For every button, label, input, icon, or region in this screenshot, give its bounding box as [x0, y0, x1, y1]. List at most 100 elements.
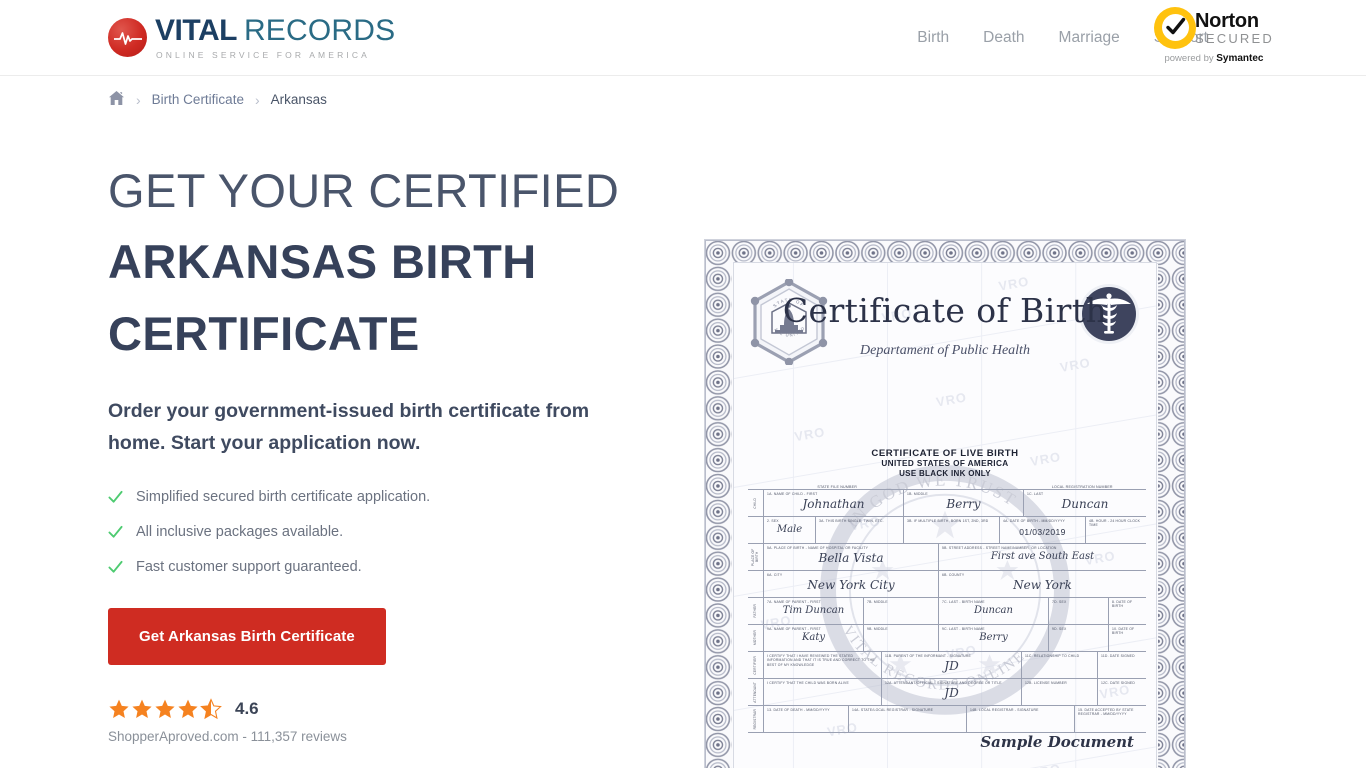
row-side-label: [748, 517, 764, 543]
logo-tagline: ONLINE SERVICE FOR AMERICA: [156, 49, 370, 60]
check-icon: [108, 525, 123, 538]
rating-block: 4.6 ShopperAproved.com - 111,357 reviews: [108, 698, 668, 744]
field-city: 6A. CITY New York City: [764, 571, 939, 597]
table-row: 6A. CITY New York City 6B. COUNTY New Yo…: [748, 570, 1146, 597]
certificate-content: VRO VRO VRO VRO VRO VRO VRO VRO VRO VRO …: [733, 262, 1157, 768]
list-item: Simplified secured birth certificate app…: [108, 489, 668, 505]
star-icon: [132, 700, 152, 719]
check-icon: [108, 560, 123, 573]
table-row: FATHER 7A. NAME OF PARENT - FIRST Tim Du…: [748, 597, 1146, 624]
row-side-label: ATTENDANT: [748, 679, 764, 705]
rating-source: ShopperAproved.com - 111,357 reviews: [108, 729, 347, 745]
get-birth-certificate-button[interactable]: Get Arkansas Birth Certificate: [108, 608, 386, 666]
feature-list: Simplified secured birth certificate app…: [108, 489, 668, 575]
field-county: 6B. COUNTY New York: [942, 573, 1072, 593]
field-birth-order: 3B. IF MULTIPLE BIRTH, BORN 1ST, 2ND, 3R…: [904, 517, 1000, 543]
star-icon: [109, 700, 129, 719]
field-father-middle-name: 7B. MIDDLE: [864, 598, 939, 624]
star-rating: [108, 698, 222, 720]
row-side-label: CHILD: [748, 490, 764, 516]
nav-item-death[interactable]: Death: [983, 29, 1024, 47]
checkmark-icon: [1165, 17, 1185, 35]
site-logo[interactable]: VITAL RECORDS ONLINE SERVICE FOR AMERICA: [108, 13, 396, 60]
field-informant-certification: I CERTIFY THAT I HAVE REVIEWED THE STATE…: [764, 652, 882, 678]
headline-line-2: ARKANSAS BIRTH: [108, 235, 537, 289]
table-row: ATTENDANT I CERTIFY THAT THE CHILD WAS B…: [748, 678, 1146, 705]
field-child-middle-name: 1B. MIDDLE Berry: [904, 490, 1024, 516]
field-place-of-birth: 5A. PLACE OF BIRTH - NAME OF HOSPITAL OR…: [764, 544, 939, 570]
field-local-registrar-signature: 14B. LOCAL REGISTRAR - SIGNATURE: [967, 706, 1075, 732]
field-multiple-birth: 3A. THIS BIRTH SINGLE, TWIN, ETC.: [816, 517, 904, 543]
check-icon: [108, 490, 123, 503]
breadcrumb-separator-1: ›: [136, 91, 141, 108]
field-father-sex: 7D. SEX: [1049, 598, 1109, 624]
certificate-subtitle: Departament of Public Health: [860, 343, 1030, 358]
rating-value: 4.6: [235, 699, 259, 719]
norton-symantec-label: Symantec: [1216, 52, 1264, 64]
headline-line-3: CERTIFICATE: [108, 306, 420, 360]
field-mother-first-name: 9A. NAME OF PARENT - FIRST Katy: [764, 625, 864, 651]
sample-document-label: Sample Document: [980, 733, 1134, 751]
star-half-icon: [200, 698, 222, 720]
certificate-preview: VRO VRO VRO VRO VRO VRO VRO VRO VRO VRO …: [704, 109, 1186, 768]
field-mother-middle-name: 9B. MIDDLE: [864, 625, 939, 651]
field-informant-signature: 11B. PARENT OF THE INFORMANT - SIGNATURE…: [882, 652, 1022, 678]
field-father-last-name: 7C. LAST - BIRTH NAME Duncan: [939, 598, 1049, 624]
field-father-dob: 8. DATE OF BIRTH: [1112, 600, 1133, 609]
norton-brand-name: Norton: [1195, 9, 1259, 32]
table-row: CERTIFIER I CERTIFY THAT I HAVE REVIEWED…: [748, 651, 1146, 678]
home-icon[interactable]: [108, 90, 125, 109]
field-relationship-to-child: 11C. RELATIONSHIP TO CHILD: [1022, 652, 1098, 678]
heartbeat-pulse-icon: [108, 18, 147, 57]
norton-ring: [1154, 6, 1197, 49]
field-attendant-signature: 12A. ATTENDANT/OFFICIAL - SIGNATURE AND …: [882, 679, 1022, 705]
site-header: VITAL RECORDS ONLINE SERVICE FOR AMERICA…: [0, 0, 1366, 76]
hero-subheading: Order your government-issued birth certi…: [108, 400, 590, 454]
norton-status: SECURED: [1195, 30, 1274, 46]
feature-label: Simplified secured birth certificate app…: [136, 489, 431, 506]
norton-powered-label: powered by: [1164, 52, 1217, 64]
field-child-last-name: 1C. LAST Duncan: [1027, 492, 1109, 512]
certificate-form-grid: STATE FILE NUMBER LOCAL REGISTRATION NUM…: [748, 485, 1146, 733]
nav-item-birth[interactable]: Birth: [917, 29, 949, 47]
logo-word-records: RECORDS: [243, 13, 396, 47]
form-heading: CERTIFICATE OF LIVE BIRTH UNITED STATES …: [734, 448, 1156, 478]
field-informant-date-signed: 11D. DATE SIGNED: [1101, 654, 1135, 658]
breadcrumb-item-birth-certificate[interactable]: Birth Certificate: [152, 92, 244, 107]
certificate-frame: VRO VRO VRO VRO VRO VRO VRO VRO VRO VRO …: [704, 239, 1186, 768]
page-title: GET YOUR CERTIFIED ARKANSAS BIRTH CERTIF…: [108, 155, 668, 369]
field-date-of-death: 13. DATE OF DEATH - MM/DD/YYYY: [764, 706, 849, 732]
field-mother-last-name: 9C. LAST - BIRTH NAME Berry: [939, 625, 1049, 651]
breadcrumb-separator-2: ›: [254, 91, 260, 108]
row-side-label: FATHER: [748, 598, 764, 624]
field-date-accepted: 15. DATE ACCEPTED BY STATE REGISTRAR - M…: [1078, 708, 1134, 717]
field-mother-dob: 10. DATE OF BIRTH: [1112, 627, 1135, 636]
hero-section: GET YOUR CERTIFIED ARKANSAS BIRTH CERTIF…: [0, 109, 1366, 768]
row-side-label: PLACE OF BIRTH: [748, 544, 764, 570]
table-row: REGISTRAR 13. DATE OF DEATH - MM/DD/YYYY…: [748, 705, 1146, 733]
breadcrumb: › Birth Certificate › Arkansas: [0, 76, 1366, 109]
field-state-registrar-signature: 14A. STATE/LOCAL REGISTRAR - SIGNATURE: [849, 706, 967, 732]
row-side-label: CERTIFIER: [748, 652, 764, 678]
table-row: 2. SEX Male 3A. THIS BIRTH SINGLE, TWIN,…: [748, 516, 1146, 543]
row-side-label: MOTHER: [748, 625, 764, 651]
field-hour-of-birth: 4B. HOUR - 24 HOUR CLOCK TIME: [1089, 519, 1141, 528]
field-father-first-name: 7A. NAME OF PARENT - FIRST Tim Duncan: [764, 598, 864, 624]
table-row: CHILD 1A. NAME OF CHILD - FIRST Johnatha…: [748, 489, 1146, 516]
breadcrumb-item-arkansas: Arkansas: [270, 92, 327, 107]
field-attendant-certification: I CERTIFY THAT THE CHILD WAS BORN ALIVE: [764, 679, 882, 705]
list-item: All inclusive packages available.: [108, 524, 668, 540]
nav-item-marriage[interactable]: Marriage: [1059, 29, 1120, 47]
certificate-title: Certificate of Birth: [782, 291, 1108, 330]
feature-label: Fast customer support guaranteed.: [136, 559, 362, 576]
row-side-label: REGISTRAR: [748, 706, 764, 732]
star-icon: [178, 700, 198, 719]
field-street-address: 5B. STREET ADDRESS - STREET NAME/NUMBER,…: [942, 546, 1095, 563]
headline-line-1: GET YOUR CERTIFIED: [108, 164, 620, 217]
logo-word-vital: VITAL: [155, 13, 237, 47]
field-date-of-birth: 4A. DATE OF BIRTH - MM/DD/YYYY 01/03/201…: [1000, 517, 1086, 543]
hero-left-column: GET YOUR CERTIFIED ARKANSAS BIRTH CERTIF…: [108, 109, 668, 768]
norton-secured-badge[interactable]: Norton SECURED powered by Symantec: [1154, 4, 1274, 66]
form-heading-line-1: CERTIFICATE OF LIVE BIRTH: [871, 448, 1019, 459]
feature-label: All inclusive packages available.: [136, 524, 344, 541]
